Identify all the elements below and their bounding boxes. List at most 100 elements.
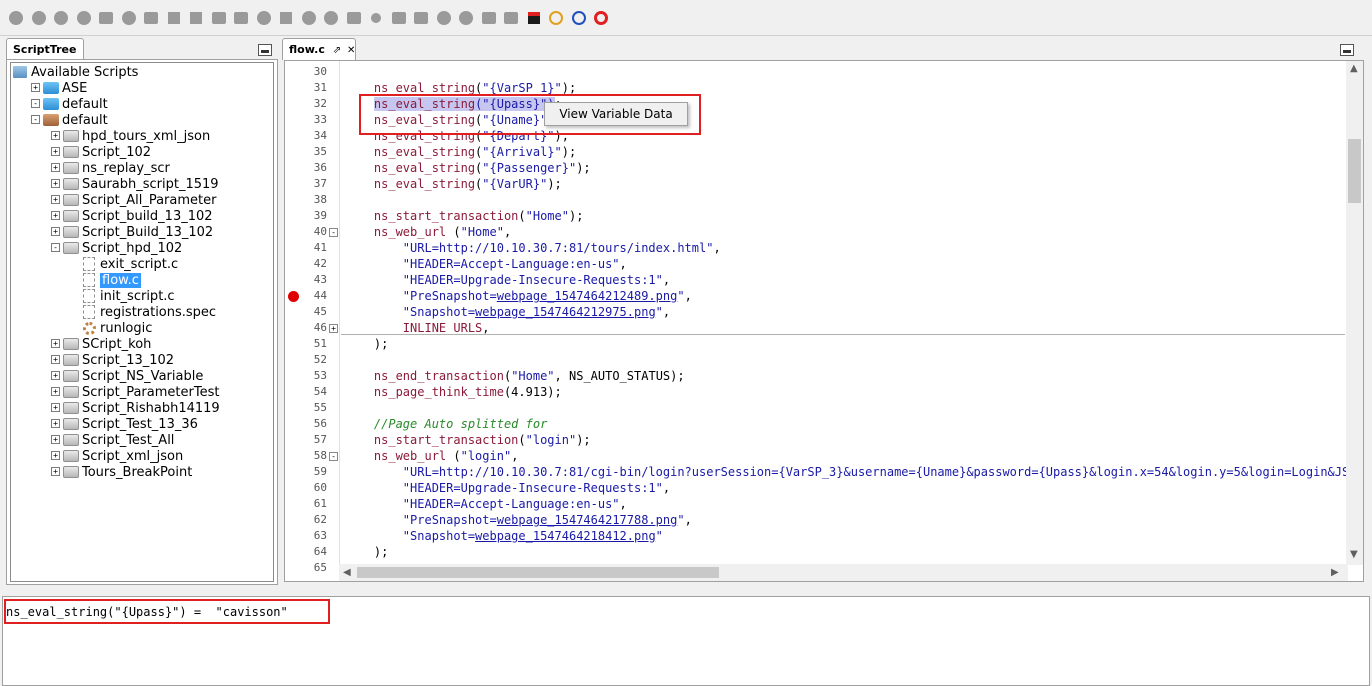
tree-item[interactable]: + Script_All_Parameter [51, 192, 216, 208]
code-line[interactable]: ns_eval_string("{Passenger}"); [345, 160, 591, 176]
horizontal-scrollbar[interactable]: ◀ ▶ [339, 564, 1348, 581]
tree-item[interactable]: + Script_Test_13_36 [51, 416, 198, 432]
scroll-left-icon[interactable]: ◀ [343, 567, 351, 578]
scroll-right-icon[interactable]: ▶ [1331, 567, 1339, 578]
cancel-icon[interactable] [53, 10, 69, 26]
expand-icon[interactable]: + [51, 403, 60, 412]
comment-block-icon[interactable] [143, 10, 159, 26]
tree-item[interactable]: + Script_xml_json [51, 448, 183, 464]
pause-icon[interactable] [76, 10, 92, 26]
page-icon[interactable] [278, 10, 294, 26]
tab-scripttree[interactable]: ScriptTree [6, 38, 84, 60]
expand-icon[interactable]: + [51, 339, 60, 348]
tree-item[interactable]: + Script_13_102 [51, 352, 174, 368]
vertical-scroll-thumb[interactable] [1348, 139, 1361, 203]
tree-item[interactable]: + Script_NS_Variable [51, 368, 203, 384]
comment-icon[interactable] [121, 10, 137, 26]
tree-item[interactable]: + hpd_tours_xml_json [51, 128, 210, 144]
code-line[interactable]: ns_web_url ("Home", [345, 224, 511, 240]
home-icon[interactable] [481, 10, 497, 26]
tree-item[interactable]: + Script_ParameterTest [51, 384, 219, 400]
download-all-icon[interactable] [233, 10, 249, 26]
record-icon[interactable] [368, 10, 384, 26]
tree-item[interactable]: exit_script.c [83, 256, 178, 272]
expand-icon[interactable]: + [51, 227, 60, 236]
tree-item[interactable]: + ASE [31, 80, 87, 96]
code-line[interactable]: ns_eval_string("{VarUR}"); [345, 176, 562, 192]
play-icon[interactable] [8, 10, 24, 26]
code-line[interactable]: "PreSnapshot=webpage_1547464212489.png", [345, 288, 692, 304]
fold-collapse-icon[interactable]: - [329, 452, 338, 461]
settings-icon[interactable] [256, 10, 272, 26]
collapse-icon[interactable]: - [51, 243, 60, 252]
code-line[interactable]: ); [345, 544, 388, 560]
code-line[interactable]: "Snapshot=webpage_1547464218412.png" [345, 528, 663, 544]
expand-icon[interactable]: + [51, 467, 60, 476]
code-line[interactable]: ns_web_url ("login", [345, 448, 519, 464]
horizontal-scroll-thumb[interactable] [357, 567, 719, 578]
stop-icon[interactable] [31, 10, 47, 26]
clock-icon[interactable] [458, 10, 474, 26]
tree-item[interactable]: + Script_build_13_102 [51, 208, 213, 224]
code-line[interactable]: ns_start_transaction("login"); [345, 432, 591, 448]
tree-item[interactable]: flow.c [83, 272, 141, 288]
code-line[interactable]: "HEADER=Upgrade-Insecure-Requests:1", [345, 272, 670, 288]
tree-item[interactable]: + Tours_BreakPoint [51, 464, 192, 480]
code-line[interactable]: ns_end_transaction("Home", NS_AUTO_STATU… [345, 368, 685, 384]
window-icon[interactable] [413, 10, 429, 26]
minimize-icon[interactable] [258, 44, 272, 56]
tree-item[interactable]: - Script_hpd_102 [51, 240, 182, 256]
code-line[interactable]: //Page Auto splitted for [345, 416, 547, 432]
collapse-icon[interactable]: - [31, 99, 40, 108]
tree-item[interactable]: init_script.c [83, 288, 175, 304]
expand-icon[interactable]: + [51, 147, 60, 156]
expand-icon[interactable]: + [51, 387, 60, 396]
cycle-icon[interactable] [391, 10, 407, 26]
code-line[interactable]: "URL=http://10.10.30.7:81/cgi-bin/login?… [345, 464, 1363, 480]
tree-item[interactable]: - default [31, 112, 108, 128]
tree-item[interactable]: + Script_Build_13_102 [51, 224, 213, 240]
code-editor[interactable]: 30 31 32 33 34 35 36 37 38 39 40-41 42 43 44 45 46 +51 52… [284, 60, 1364, 582]
expand-icon[interactable]: + [51, 371, 60, 380]
fold-expand-icon[interactable]: + [329, 324, 338, 333]
code-line[interactable]: "HEADER=Accept-Language:en-us", [345, 256, 627, 272]
copy-icon[interactable] [188, 10, 204, 26]
expand-icon[interactable]: + [51, 195, 60, 204]
expand-icon[interactable]: + [51, 211, 60, 220]
tree-item[interactable]: - default [31, 96, 108, 112]
tools-icon[interactable] [436, 10, 452, 26]
tree-item[interactable]: runlogic [83, 320, 152, 336]
code-line[interactable]: ns_page_think_time(4.913); [345, 384, 562, 400]
step-icon[interactable] [98, 10, 114, 26]
expand-icon[interactable]: + [51, 355, 60, 364]
globe-icon[interactable] [301, 10, 317, 26]
fold-collapse-icon[interactable]: - [329, 228, 338, 237]
scroll-up-icon[interactable]: ▲ [1350, 63, 1358, 74]
refresh-icon[interactable] [548, 10, 564, 26]
download-icon[interactable] [211, 10, 227, 26]
close-icon[interactable]: ✕ [347, 45, 355, 56]
tree-item[interactable]: registrations.spec [83, 304, 216, 320]
code-line[interactable]: "HEADER=Accept-Language:en-us", [345, 496, 627, 512]
gear-icon[interactable] [323, 10, 339, 26]
forward-icon[interactable] [571, 10, 587, 26]
editor-minimize-icon[interactable] [1340, 44, 1354, 56]
tree-item[interactable]: + ns_replay_scr [51, 160, 170, 176]
tree-item[interactable]: + Script_Rishabh14119 [51, 400, 220, 416]
breakpoint-icon[interactable] [288, 291, 299, 302]
tree-item[interactable]: + SCript_koh [51, 336, 151, 352]
code-line[interactable]: "URL=http://10.10.30.7:81/tours/index.ht… [345, 240, 721, 256]
code-line[interactable]: "HEADER=Upgrade-Insecure-Requests:1", [345, 480, 670, 496]
expand-icon[interactable]: + [51, 179, 60, 188]
pin-icon[interactable]: ⇗ [333, 45, 341, 56]
printer-icon[interactable] [503, 10, 519, 26]
expand-icon[interactable]: + [51, 435, 60, 444]
expand-icon[interactable]: + [51, 131, 60, 140]
save-gray-icon[interactable] [166, 10, 182, 26]
tree-item[interactable]: + Saurabh_script_1519 [51, 176, 219, 192]
scroll-down-icon[interactable]: ▼ [1350, 549, 1358, 560]
expand-icon[interactable]: + [51, 451, 60, 460]
code-line[interactable]: ); [345, 336, 388, 352]
code-line[interactable]: "Snapshot=webpage_1547464212975.png", [345, 304, 670, 320]
expand-icon[interactable]: + [31, 83, 40, 92]
